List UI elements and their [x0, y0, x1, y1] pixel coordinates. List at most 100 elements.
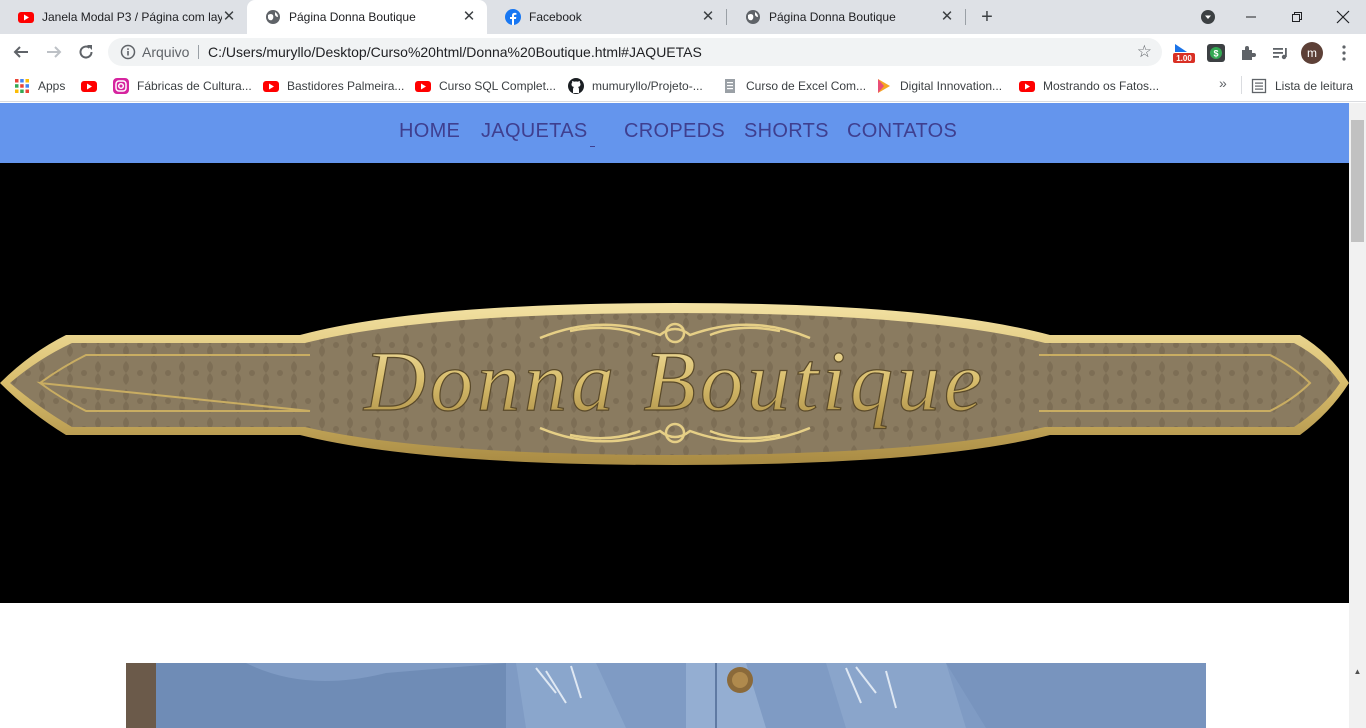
- close-icon: [1336, 10, 1350, 24]
- github-icon: [568, 78, 584, 94]
- dollar-icon: $: [1207, 44, 1225, 62]
- close-icon[interactable]: ✕: [939, 9, 955, 25]
- bookmark-label: Curso SQL Complet...: [439, 79, 556, 93]
- tab-search-button[interactable]: [1185, 0, 1231, 34]
- minimize-icon: [1246, 16, 1256, 18]
- bookmark-dio[interactable]: Digital Innovation...: [876, 76, 1002, 96]
- extension-money[interactable]: $: [1205, 42, 1227, 64]
- close-icon[interactable]: ✕: [461, 9, 477, 25]
- boutique-logo: Donna Boutique: [0, 303, 1349, 465]
- scrollbar-thumb[interactable]: [1351, 120, 1364, 242]
- restore-button[interactable]: [1274, 0, 1320, 34]
- close-icon[interactable]: ✕: [221, 9, 237, 25]
- bookmarks-divider: [1241, 76, 1242, 94]
- bookmark-apps[interactable]: Apps: [14, 76, 65, 96]
- youtube-icon: [415, 81, 431, 92]
- bookmark-github[interactable]: mumuryllo/Projeto-...: [568, 76, 703, 96]
- nav-link-home[interactable]: HOME: [399, 120, 460, 143]
- bookmark-sql[interactable]: Curso SQL Complet...: [415, 76, 556, 96]
- reading-list-icon: [1251, 78, 1267, 94]
- nav-underscore: [590, 146, 595, 147]
- restore-icon: [1292, 12, 1302, 22]
- tab-title: Página Donna Boutique: [289, 10, 416, 24]
- reload-button[interactable]: [74, 40, 98, 64]
- bookmark-youtube[interactable]: [81, 76, 105, 96]
- bookmark-fabricas[interactable]: Fábricas de Cultura...: [113, 76, 252, 96]
- tab-3[interactable]: Facebook ✕: [487, 0, 726, 34]
- youtube-icon: [81, 81, 97, 92]
- globe-icon: [266, 10, 280, 24]
- nav-link-shorts[interactable]: SHORTS: [744, 120, 829, 143]
- info-icon[interactable]: [120, 44, 136, 60]
- tab-title: Facebook: [529, 10, 582, 24]
- apps-grid-icon: [15, 79, 29, 93]
- url-text[interactable]: C:/Users/muryllo/Desktop/Curso%20html/Do…: [208, 44, 702, 60]
- product-image-jacket: [126, 663, 1206, 728]
- close-window-button[interactable]: [1320, 0, 1366, 34]
- profile-initial: m: [1307, 46, 1317, 60]
- arrow-left-icon: [13, 46, 28, 58]
- extension-speed[interactable]: 1.00: [1173, 42, 1195, 64]
- denim-jacket-image: [126, 663, 1206, 728]
- youtube-icon: [18, 12, 34, 23]
- instagram-icon: [113, 78, 129, 94]
- bookmark-label: Fábricas de Cultura...: [137, 79, 252, 93]
- tab-4[interactable]: Página Donna Boutique ✕: [727, 0, 965, 34]
- logo-text: Donna Boutique: [363, 333, 986, 429]
- profile-button[interactable]: m: [1301, 42, 1323, 64]
- youtube-icon: [263, 81, 279, 92]
- bookmark-fatos[interactable]: Mostrando os Fatos...: [1019, 76, 1159, 96]
- media-button[interactable]: [1269, 42, 1291, 64]
- chevron-down-icon: [1201, 10, 1215, 24]
- puzzle-icon: [1242, 46, 1256, 60]
- bookmark-label: Bastidores Palmeira...: [287, 79, 405, 93]
- document-icon: [725, 79, 735, 93]
- address-bar[interactable]: Arquivo C:/Users/muryllo/Desktop/Curso%2…: [108, 38, 1162, 66]
- menu-button[interactable]: [1333, 42, 1355, 64]
- extension-badge: 1.00: [1176, 54, 1192, 63]
- video-speed-icon: 1.00: [1173, 44, 1195, 63]
- more-bookmarks-icon[interactable]: »: [1219, 75, 1227, 91]
- avatar: m: [1301, 42, 1323, 64]
- tab-strip: Janela Modal P3 / Página com layout ✕ Pá…: [0, 0, 1366, 34]
- page-scrollbar[interactable]: ▲: [1349, 103, 1366, 728]
- reading-list-label: Lista de leitura: [1275, 79, 1354, 93]
- bookmarks-bar: Apps Fábricas de Cultura... Bastidores P…: [0, 70, 1366, 102]
- minimize-button[interactable]: [1228, 0, 1274, 34]
- bookmark-label: Curso de Excel Com...: [746, 79, 867, 93]
- tab-separator: [965, 9, 966, 25]
- omnibox-divider: [198, 45, 199, 59]
- dio-icon: [878, 79, 890, 93]
- forward-button[interactable]: [42, 40, 66, 64]
- reading-list-button[interactable]: Lista de leitura: [1251, 76, 1353, 96]
- reload-icon: [79, 45, 93, 59]
- security-label: Arquivo: [142, 44, 190, 60]
- bookmark-label: Apps: [38, 79, 66, 93]
- nav-link-cropeds[interactable]: CROPEDS: [624, 120, 725, 143]
- globe-icon: [746, 10, 760, 24]
- bookmark-star-icon[interactable]: ☆: [1137, 42, 1152, 62]
- back-button[interactable]: [9, 40, 33, 64]
- bookmark-excel[interactable]: Curso de Excel Com...: [722, 76, 866, 96]
- hero-banner: Donna Boutique: [0, 163, 1349, 603]
- page-viewport: HOME JAQUETAS CROPEDS SHORTS CONTATOS Do…: [0, 103, 1349, 728]
- facebook-icon: [505, 9, 521, 25]
- tab-title: Janela Modal P3 / Página com layout: [42, 10, 222, 24]
- site-nav: HOME JAQUETAS CROPEDS SHORTS CONTATOS: [0, 103, 1349, 163]
- bookmark-label: mumuryllo/Projeto-...: [592, 79, 703, 93]
- new-tab-button[interactable]: +: [977, 7, 997, 27]
- bookmark-bastidores[interactable]: Bastidores Palmeira...: [263, 76, 404, 96]
- media-queue-icon: [1273, 48, 1287, 60]
- tab-2[interactable]: Página Donna Boutique ✕: [247, 0, 487, 34]
- svg-text:$: $: [1213, 49, 1218, 59]
- close-icon[interactable]: ✕: [700, 9, 716, 25]
- scroll-up-arrow-icon[interactable]: ▲: [1349, 663, 1366, 680]
- bookmark-label: Mostrando os Fatos...: [1043, 79, 1160, 93]
- tab-title: Página Donna Boutique: [769, 10, 896, 24]
- nav-link-jaquetas[interactable]: JAQUETAS: [481, 120, 588, 143]
- extensions-button[interactable]: [1237, 42, 1259, 64]
- tab-1[interactable]: Janela Modal P3 / Página com layout ✕: [0, 0, 247, 34]
- nav-link-contatos[interactable]: CONTATOS: [847, 120, 957, 143]
- kebab-menu-icon: [1342, 45, 1346, 61]
- arrow-right-icon: [47, 46, 62, 58]
